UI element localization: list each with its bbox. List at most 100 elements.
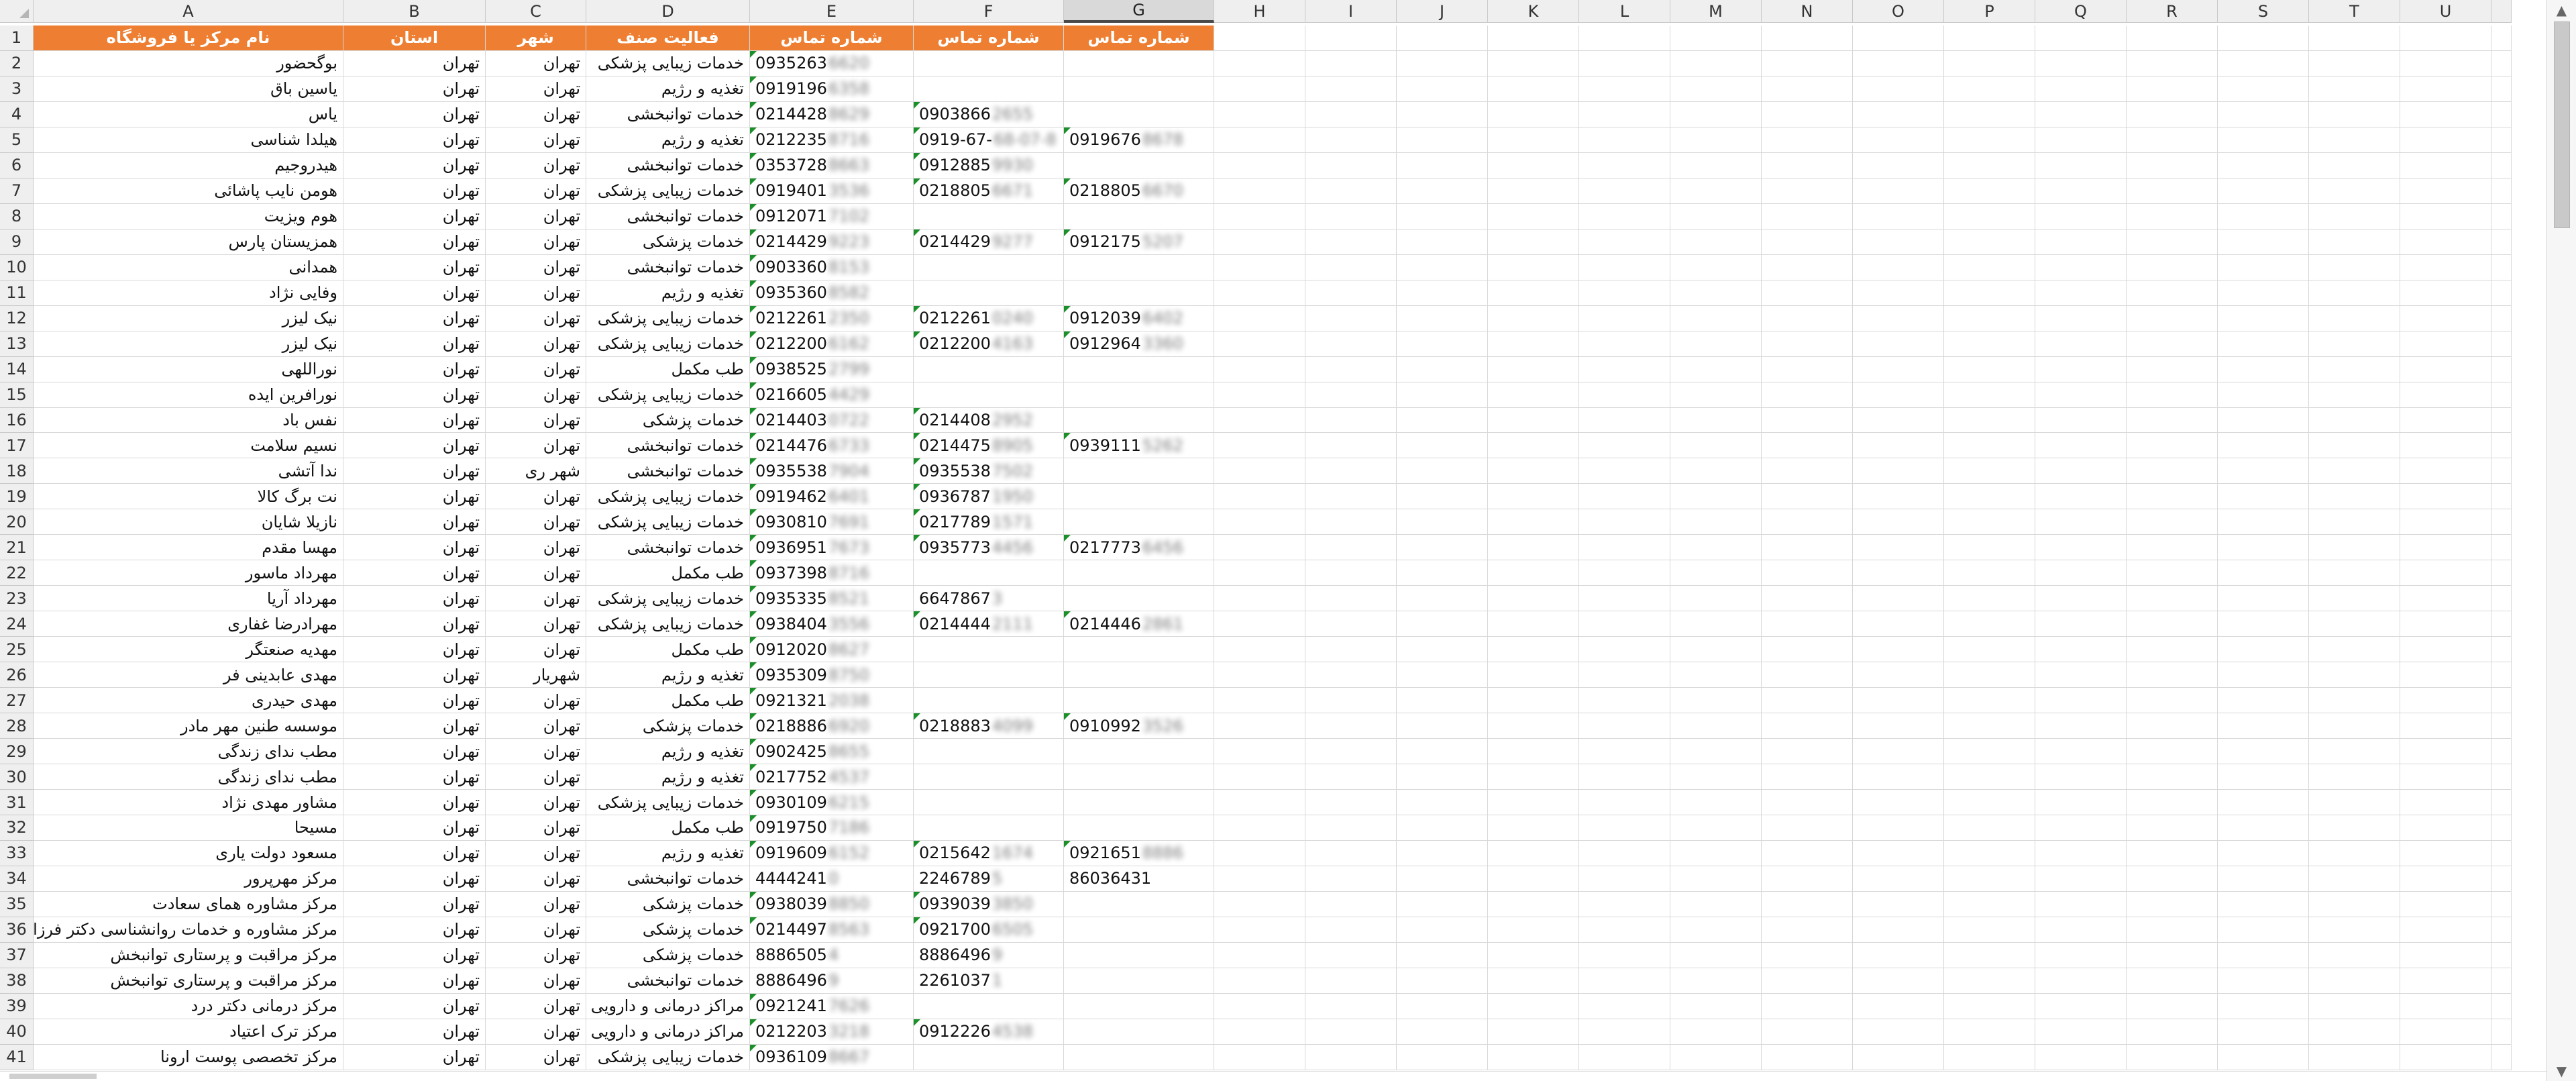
empty-cell[interactable] [1670,407,1762,433]
empty-cell[interactable] [2400,560,2491,586]
cell-province[interactable]: تهران [343,815,486,841]
empty-cell[interactable] [1305,739,1397,765]
empty-cell[interactable] [1853,968,1944,994]
cell-phone-1[interactable]: 8886496 9 [750,968,914,994]
empty-cell[interactable] [2400,178,2491,204]
empty-cell[interactable] [1397,993,1488,1019]
cell-phone-1[interactable]: 0935360 8582 [750,280,914,306]
empty-cell[interactable] [2400,662,2491,688]
row-header-25[interactable]: 25 [0,637,34,663]
empty-cell[interactable] [2309,917,2400,943]
empty-cell[interactable] [2035,458,2127,484]
empty-cell[interactable] [1488,50,1579,76]
empty-cell[interactable] [1944,866,2035,892]
cell-province[interactable]: تهران [343,76,486,102]
row-header-33[interactable]: 33 [0,840,34,866]
cell-city[interactable]: تهران [486,560,586,586]
header-empty-cell[interactable] [1305,25,1397,51]
empty-cell[interactable] [1762,76,1853,102]
cell-city[interactable]: تهران [486,764,586,790]
empty-cell[interactable] [1853,433,1944,459]
cell-city[interactable]: تهران [486,713,586,739]
empty-cell[interactable] [1944,586,2035,612]
empty-cell[interactable] [1762,662,1853,688]
row-header-21[interactable]: 21 [0,535,34,561]
empty-cell[interactable] [1305,968,1397,994]
empty-cell[interactable] [2309,611,2400,637]
empty-cell[interactable] [1853,866,1944,892]
cell-phone-3[interactable] [1064,458,1214,484]
cell-name[interactable]: یاسین باق [34,76,343,102]
cell-province[interactable]: تهران [343,840,486,866]
cell-province[interactable]: تهران [343,637,486,663]
cell-name[interactable]: مهرادرضا غفاری [34,611,343,637]
empty-cell[interactable] [2309,942,2400,968]
empty-cell[interactable] [1853,891,1944,917]
empty-cell[interactable] [1397,331,1488,357]
empty-cell[interactable] [1944,968,2035,994]
column-header-h[interactable]: H [1214,0,1305,23]
cell-activity[interactable]: خدمات زیبایی پزشکی [586,1044,750,1070]
empty-cell[interactable] [1944,101,2035,127]
empty-cell[interactable] [2218,560,2309,586]
empty-cell[interactable] [2035,331,2127,357]
cell-city[interactable]: تهران [486,433,586,459]
header-empty-cell[interactable] [1214,25,1305,51]
cell-activity[interactable]: خدمات زیبایی پزشکی [586,611,750,637]
row-header-5[interactable]: 5 [0,127,34,153]
empty-cell[interactable] [2035,101,2127,127]
empty-cell[interactable] [2309,254,2400,280]
empty-cell[interactable] [2309,764,2400,790]
cell-city[interactable]: تهران [486,484,586,510]
empty-cell[interactable] [2218,305,2309,331]
cell-province[interactable]: تهران [343,280,486,306]
empty-cell[interactable] [1853,815,1944,841]
cell-province[interactable]: تهران [343,662,486,688]
empty-cell[interactable] [1853,637,1944,663]
empty-cell[interactable] [2127,560,2218,586]
cell-activity[interactable]: خدمات زیبایی پزشکی [586,484,750,510]
empty-cell[interactable] [1762,152,1853,178]
empty-cell[interactable] [2218,840,2309,866]
empty-cell[interactable] [2218,356,2309,382]
empty-cell[interactable] [2035,1019,2127,1045]
empty-cell[interactable] [2309,509,2400,535]
empty-cell[interactable] [1762,917,1853,943]
cell-phone-1[interactable]: 4444241 0 [750,866,914,892]
empty-cell[interactable] [1762,254,1853,280]
cell-phone-1[interactable]: 0912020 8627 [750,637,914,663]
empty-cell[interactable] [2309,356,2400,382]
empty-cell[interactable] [1305,1019,1397,1045]
cell-name[interactable]: مشاور مهدی نژاد [34,790,343,815]
vertical-scrollbar[interactable]: ▲ ▼ [2546,0,2576,1081]
empty-cell[interactable] [1305,891,1397,917]
empty-cell[interactable] [2309,866,2400,892]
cell-phone-3[interactable] [1064,917,1214,943]
empty-cell[interactable] [1305,229,1397,255]
empty-cell[interactable] [2218,662,2309,688]
scroll-down-icon[interactable]: ▼ [2547,1061,2576,1081]
empty-cell[interactable] [2400,840,2491,866]
empty-cell[interactable] [1944,1019,2035,1045]
empty-cell[interactable] [1397,662,1488,688]
empty-cell[interactable] [2035,305,2127,331]
empty-cell[interactable] [2400,305,2491,331]
cell-province[interactable]: تهران [343,509,486,535]
cell-city[interactable]: تهران [486,50,586,76]
row-header-9[interactable]: 9 [0,229,34,255]
cell-phone-1[interactable]: 0938404 3556 [750,611,914,637]
cell-activity[interactable]: خدمات توانبخشی [586,101,750,127]
empty-cell[interactable] [1214,993,1305,1019]
empty-cell[interactable] [2127,688,2218,714]
empty-cell[interactable] [2400,891,2491,917]
empty-cell[interactable] [1853,484,1944,510]
cell-phone-3[interactable] [1064,815,1214,841]
empty-cell[interactable] [2127,535,2218,561]
empty-cell[interactable] [1214,611,1305,637]
empty-cell[interactable] [1670,127,1762,153]
cell-province[interactable]: تهران [343,203,486,229]
empty-cell[interactable] [1670,840,1762,866]
empty-cell[interactable] [1214,662,1305,688]
empty-cell[interactable] [2035,764,2127,790]
empty-cell[interactable] [2400,917,2491,943]
